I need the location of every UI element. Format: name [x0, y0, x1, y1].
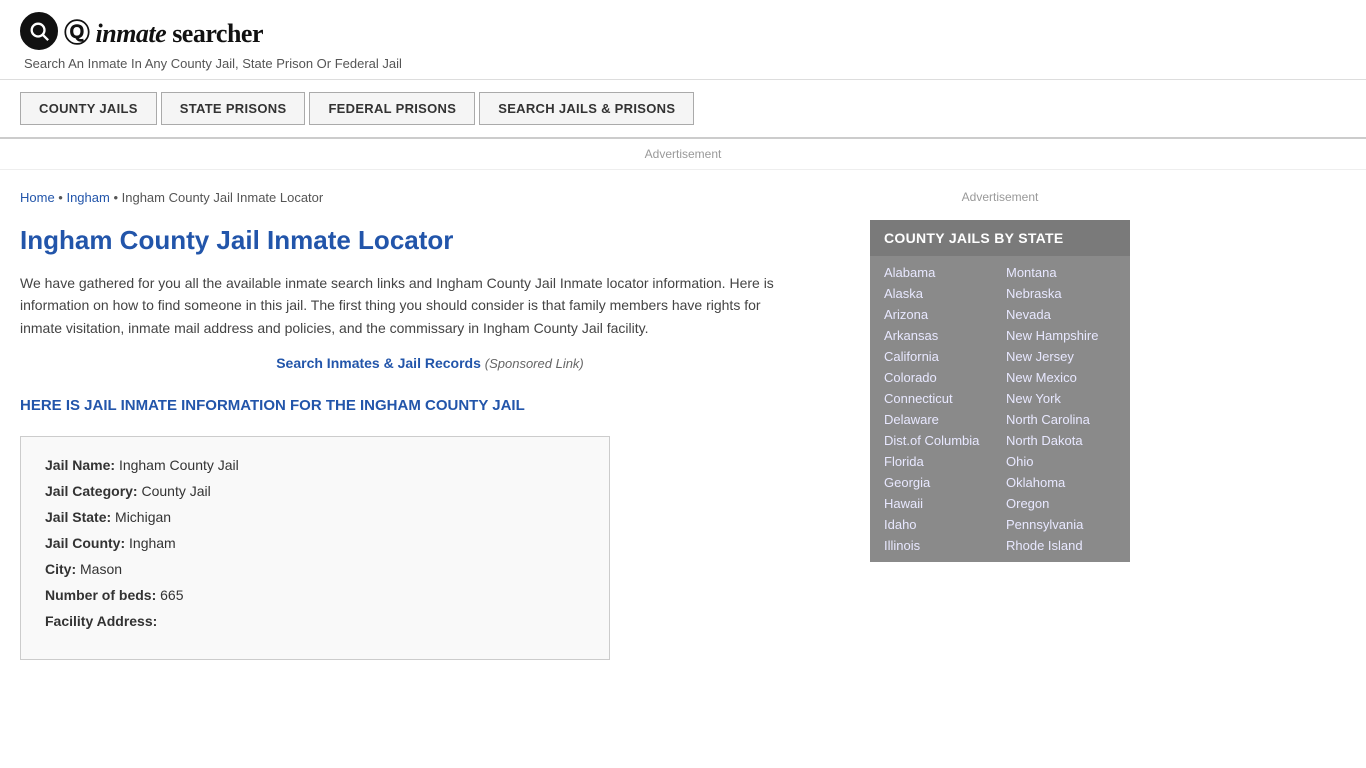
header: Ⓠ inmate searcher Search An Inmate In An…	[0, 0, 1366, 80]
sidebar: Advertisement COUNTY JAILS BY STATE Alab…	[840, 170, 1130, 680]
state-link[interactable]: Arkansas	[878, 325, 1000, 346]
state-jails-box: COUNTY JAILS BY STATE AlabamaAlaskaArizo…	[870, 220, 1130, 562]
state-link[interactable]: New Jersey	[1000, 346, 1122, 367]
state-link[interactable]: Alabama	[878, 262, 1000, 283]
ad-banner: Advertisement	[0, 139, 1366, 170]
sidebar-ad: Advertisement	[870, 190, 1130, 204]
page-title: Ingham County Jail Inmate Locator	[20, 225, 840, 256]
jail-name-row: Jail Name: Ingham County Jail	[45, 457, 585, 473]
jail-name-label: Jail Name:	[45, 457, 115, 473]
jail-address-row: Facility Address:	[45, 613, 585, 629]
state-link[interactable]: Connecticut	[878, 388, 1000, 409]
nav-bar: COUNTY JAILS STATE PRISONS FEDERAL PRISO…	[0, 80, 1366, 139]
jail-county-row: Jail County: Ingham	[45, 535, 585, 551]
state-link[interactable]: North Carolina	[1000, 409, 1122, 430]
sponsored-label: (Sponsored Link)	[485, 356, 584, 371]
state-link[interactable]: Hawaii	[878, 493, 1000, 514]
state-link[interactable]: Nevada	[1000, 304, 1122, 325]
logo-text: Ⓠ inmate searcher	[64, 13, 263, 50]
jail-category-row: Jail Category: County Jail	[45, 483, 585, 499]
jail-address-label: Facility Address:	[45, 613, 157, 629]
breadcrumb: Home • Ingham • Ingham County Jail Inmat…	[20, 190, 840, 205]
state-link[interactable]: New York	[1000, 388, 1122, 409]
sponsored-link[interactable]: Search Inmates & Jail Records	[276, 355, 481, 371]
states-col2: MontanaNebraskaNevadaNew HampshireNew Je…	[1000, 262, 1122, 556]
sponsored-link-section: Search Inmates & Jail Records (Sponsored…	[20, 355, 840, 371]
jail-city-value: Mason	[80, 561, 122, 577]
jail-city-label: City:	[45, 561, 76, 577]
jail-county-value: Ingham	[129, 535, 176, 551]
breadcrumb-home[interactable]: Home	[20, 190, 55, 205]
breadcrumb-ingham[interactable]: Ingham	[66, 190, 109, 205]
jail-beds-label: Number of beds:	[45, 587, 156, 603]
state-link[interactable]: Nebraska	[1000, 283, 1122, 304]
nav-county-jails[interactable]: COUNTY JAILS	[20, 92, 157, 125]
jail-name-value: Ingham County Jail	[119, 457, 239, 473]
tagline: Search An Inmate In Any County Jail, Sta…	[24, 56, 1346, 71]
nav-federal-prisons[interactable]: FEDERAL PRISONS	[309, 92, 475, 125]
state-link[interactable]: Oklahoma	[1000, 472, 1122, 493]
jail-county-label: Jail County:	[45, 535, 125, 551]
state-grid: AlabamaAlaskaArizonaArkansasCaliforniaCo…	[870, 256, 1130, 562]
section-heading: HERE IS JAIL INMATE INFORMATION FOR THE …	[20, 395, 840, 416]
page-description: We have gathered for you all the availab…	[20, 272, 780, 339]
state-link[interactable]: Pennsylvania	[1000, 514, 1122, 535]
state-link[interactable]: Oregon	[1000, 493, 1122, 514]
state-link[interactable]: Rhode Island	[1000, 535, 1122, 556]
logo-area: Ⓠ inmate searcher	[20, 12, 1346, 50]
jail-state-label: Jail State:	[45, 509, 111, 525]
jail-beds-row: Number of beds: 665	[45, 587, 585, 603]
logo-icon	[20, 12, 58, 50]
nav-state-prisons[interactable]: STATE PRISONS	[161, 92, 306, 125]
jail-category-value: County Jail	[141, 483, 210, 499]
state-link[interactable]: North Dakota	[1000, 430, 1122, 451]
breadcrumb-current: Ingham County Jail Inmate Locator	[122, 190, 324, 205]
state-link[interactable]: New Mexico	[1000, 367, 1122, 388]
state-link[interactable]: Montana	[1000, 262, 1122, 283]
main-layout: Home • Ingham • Ingham County Jail Inmat…	[0, 170, 1366, 680]
content-area: Home • Ingham • Ingham County Jail Inmat…	[20, 170, 840, 680]
states-col1: AlabamaAlaskaArizonaArkansasCaliforniaCo…	[878, 262, 1000, 556]
state-box-title: COUNTY JAILS BY STATE	[870, 220, 1130, 256]
state-link[interactable]: Arizona	[878, 304, 1000, 325]
jail-state-value: Michigan	[115, 509, 171, 525]
jail-category-label: Jail Category:	[45, 483, 138, 499]
state-link[interactable]: Illinois	[878, 535, 1000, 556]
state-link[interactable]: Idaho	[878, 514, 1000, 535]
jail-state-row: Jail State: Michigan	[45, 509, 585, 525]
state-link[interactable]: Florida	[878, 451, 1000, 472]
state-link[interactable]: California	[878, 346, 1000, 367]
state-link[interactable]: Alaska	[878, 283, 1000, 304]
jail-city-row: City: Mason	[45, 561, 585, 577]
state-link[interactable]: Dist.of Columbia	[878, 430, 1000, 451]
nav-search-jails[interactable]: SEARCH JAILS & PRISONS	[479, 92, 694, 125]
state-link[interactable]: Georgia	[878, 472, 1000, 493]
state-link[interactable]: Colorado	[878, 367, 1000, 388]
state-link[interactable]: New Hampshire	[1000, 325, 1122, 346]
jail-info-box: Jail Name: Ingham County Jail Jail Categ…	[20, 436, 610, 660]
jail-beds-value: 665	[160, 587, 183, 603]
state-link[interactable]: Ohio	[1000, 451, 1122, 472]
state-link[interactable]: Delaware	[878, 409, 1000, 430]
